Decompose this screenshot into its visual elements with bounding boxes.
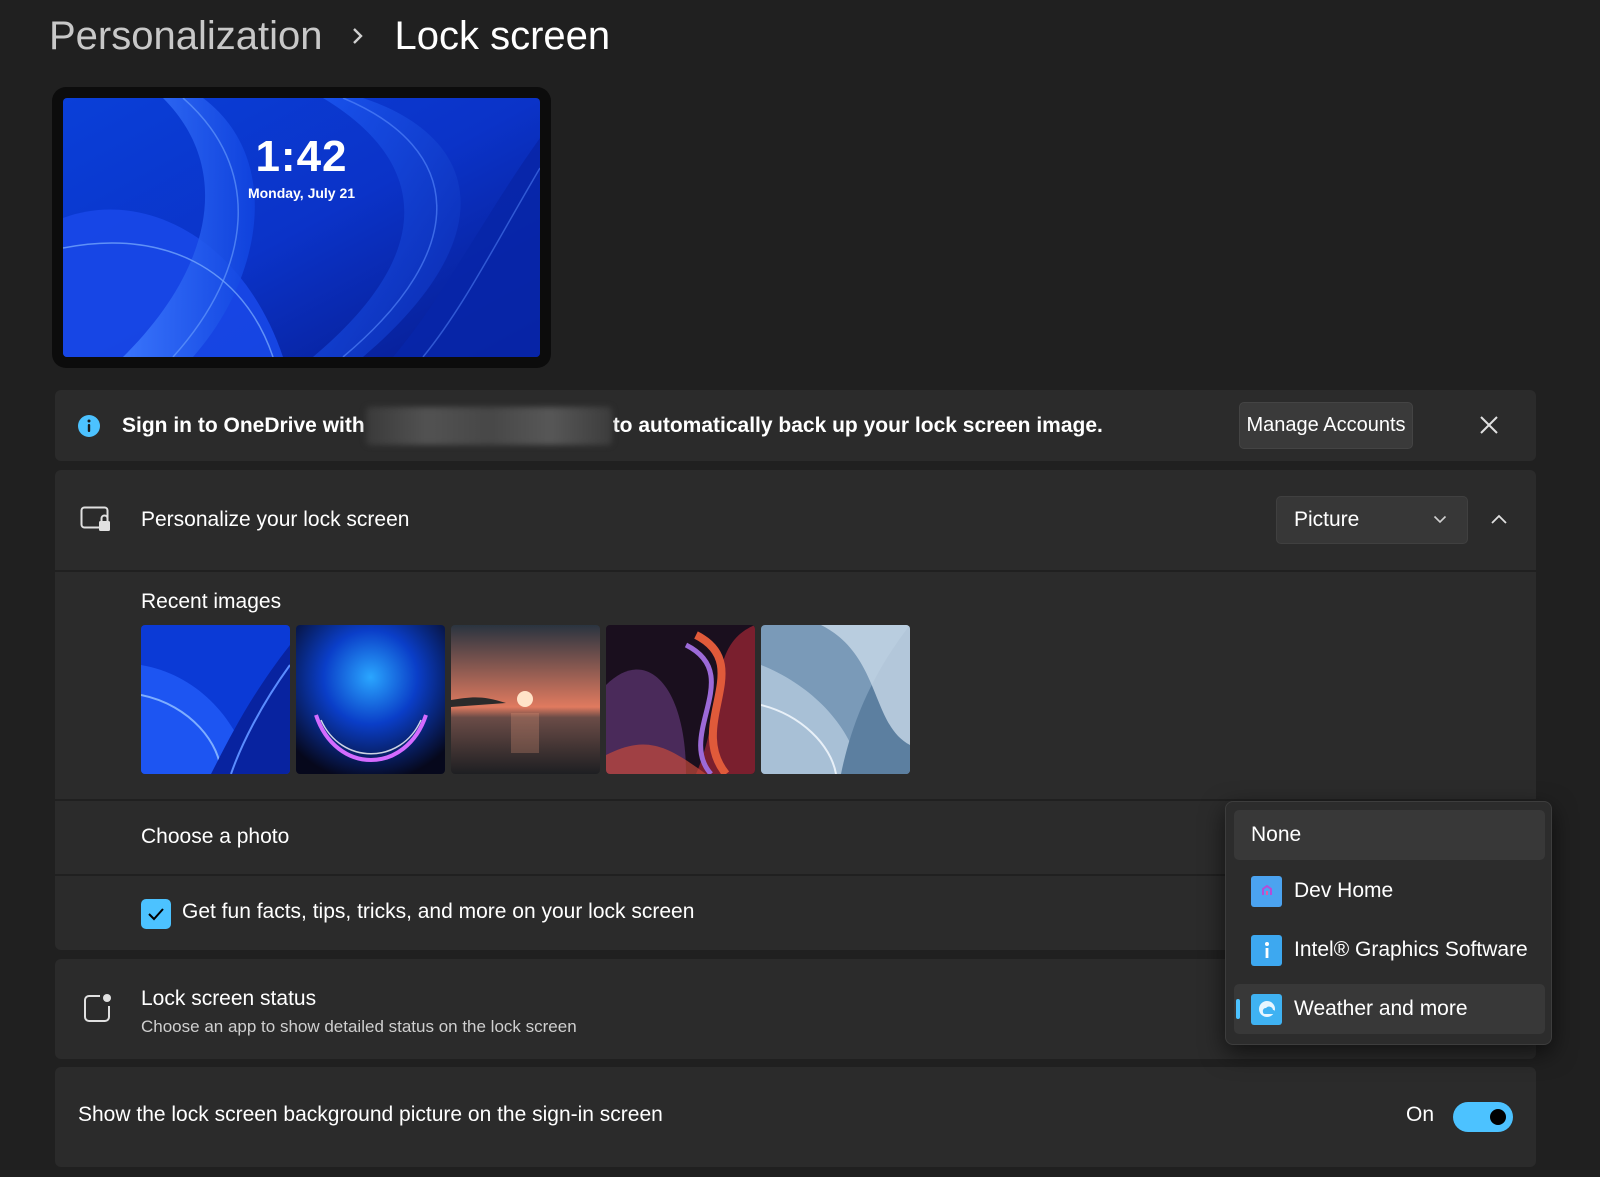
selection-indicator xyxy=(1236,999,1240,1019)
close-icon[interactable] xyxy=(1477,413,1501,437)
flyout-item-none[interactable]: None xyxy=(1234,810,1545,860)
info-icon xyxy=(78,414,100,437)
flyout-item-intel-graphics[interactable]: Intel® Graphics Software xyxy=(1234,925,1545,975)
recent-images-label: Recent images xyxy=(141,590,282,613)
flyout-item-weather[interactable]: Weather and more xyxy=(1234,984,1545,1034)
preview-date: Monday, July 21 xyxy=(247,185,356,201)
signin-background-label: Show the lock screen background picture … xyxy=(78,1103,663,1126)
signin-background-row: Show the lock screen background picture … xyxy=(55,1067,1536,1167)
personalize-lock-screen-row[interactable]: Personalize your lock screen Picture xyxy=(55,470,1536,570)
lock-screen-preview: 1:42 Monday, July 21 xyxy=(52,87,551,368)
status-subtitle: Choose an app to show detailed status on… xyxy=(141,1017,577,1036)
lock-screen-type-dropdown[interactable]: Picture xyxy=(1276,496,1468,544)
toggle-state-label: On xyxy=(1406,1103,1435,1126)
flyout-item-label: Dev Home xyxy=(1294,879,1394,902)
chevron-up-icon[interactable] xyxy=(1487,508,1511,532)
recent-images-list xyxy=(141,625,910,774)
breadcrumb-chevron-icon xyxy=(351,10,369,62)
status-app-flyout: None Dev Home Intel® Graphics Software W… xyxy=(1225,801,1552,1045)
status-title: Lock screen status xyxy=(141,987,317,1010)
signin-background-toggle[interactable] xyxy=(1453,1102,1513,1132)
manage-accounts-button[interactable]: Manage Accounts xyxy=(1239,402,1413,449)
fun-facts-label[interactable]: Get fun facts, tips, tricks, and more on… xyxy=(182,900,694,924)
recent-image-3[interactable] xyxy=(451,625,600,774)
dev-home-icon xyxy=(1251,875,1282,907)
intel-info-icon xyxy=(1251,934,1282,966)
weather-icon xyxy=(1251,993,1282,1025)
flyout-item-label: Weather and more xyxy=(1294,997,1468,1020)
lock-screen-icon xyxy=(80,506,112,539)
banner-text-end: to automatically back up your lock scree… xyxy=(612,413,1103,437)
recent-image-4[interactable] xyxy=(606,625,755,774)
recent-image-1[interactable] xyxy=(141,625,290,774)
flyout-item-label: None xyxy=(1251,823,1302,846)
toggle-knob xyxy=(1490,1109,1506,1125)
recent-images-section: Recent images xyxy=(55,572,1536,799)
banner-text-start: Sign in to OneDrive with xyxy=(122,413,365,437)
flyout-item-dev-home[interactable]: Dev Home xyxy=(1234,866,1545,916)
chevron-down-icon xyxy=(1433,515,1447,524)
redacted-email xyxy=(365,406,612,445)
choose-photo-label: Choose a photo xyxy=(141,825,290,848)
recent-image-2[interactable] xyxy=(296,625,445,774)
onedrive-banner: Sign in to OneDrive with to automaticall… xyxy=(55,390,1536,461)
fun-facts-checkbox[interactable] xyxy=(141,899,171,929)
personalize-label: Personalize your lock screen xyxy=(141,508,410,531)
page-title: Lock screen xyxy=(394,14,611,58)
dropdown-value: Picture xyxy=(1294,508,1360,531)
breadcrumb-personalization[interactable]: Personalization xyxy=(49,10,323,62)
preview-wallpaper: 1:42 Monday, July 21 xyxy=(63,98,540,357)
preview-time: 1:42 xyxy=(255,132,348,181)
recent-image-5[interactable] xyxy=(761,625,910,774)
flyout-item-label: Intel® Graphics Software xyxy=(1294,938,1528,961)
status-icon xyxy=(82,992,114,1029)
breadcrumb: Personalization Lock screen xyxy=(49,10,610,62)
